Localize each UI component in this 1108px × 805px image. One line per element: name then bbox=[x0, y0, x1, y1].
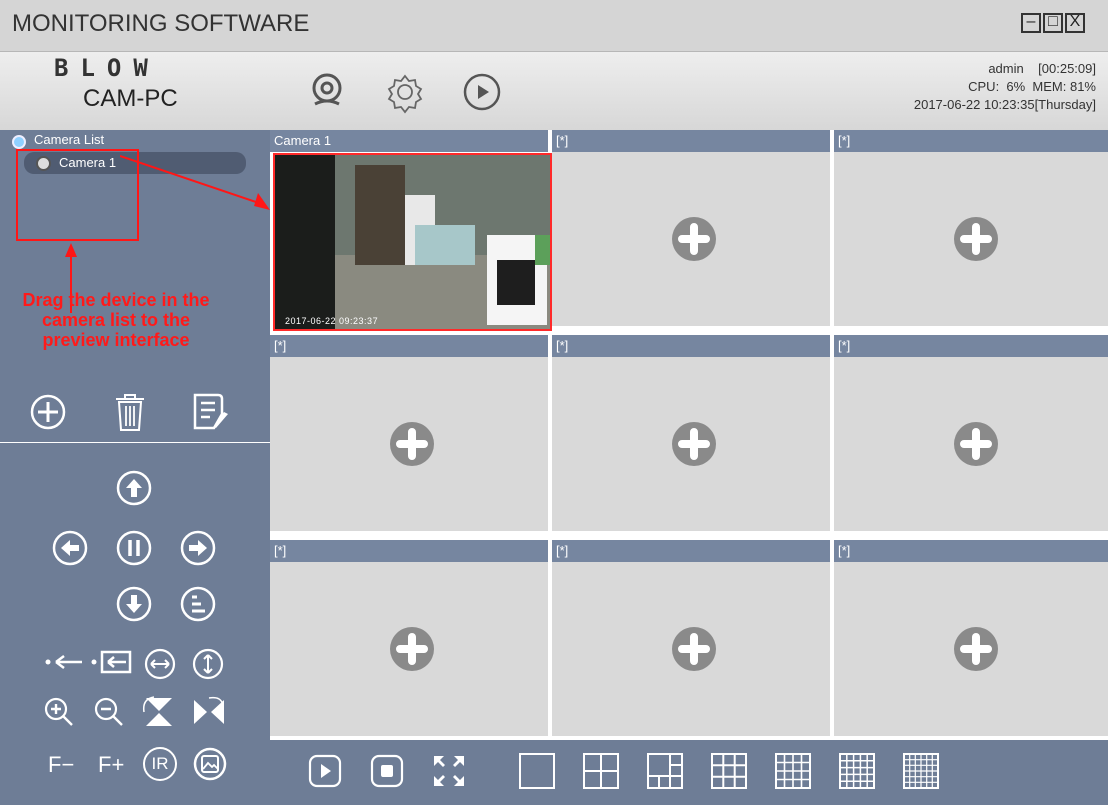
layout-4-icon[interactable] bbox=[582, 752, 620, 790]
focus-minus-button[interactable]: F− bbox=[48, 752, 74, 778]
add-camera-icon[interactable] bbox=[670, 625, 718, 673]
flip-horizontal-icon[interactable] bbox=[192, 696, 226, 728]
down-arrow-icon[interactable] bbox=[116, 586, 152, 622]
layout-9-icon[interactable] bbox=[710, 752, 748, 790]
stop-icon[interactable] bbox=[370, 754, 404, 788]
cell-title: [*] bbox=[270, 335, 548, 357]
edit-icon[interactable] bbox=[190, 392, 230, 432]
user-session: admin [00:25:09] bbox=[988, 61, 1096, 76]
cell-title: [*] bbox=[834, 130, 1108, 152]
cell-title: Camera 1 bbox=[270, 130, 548, 152]
fullscreen-icon[interactable] bbox=[432, 754, 466, 788]
empty-cell[interactable] bbox=[834, 357, 1108, 531]
resource-usage: CPU: 6% MEM: 81% bbox=[968, 79, 1096, 94]
preview-cell-6[interactable]: [*] bbox=[834, 335, 1108, 531]
layout-6-icon[interactable] bbox=[646, 752, 684, 790]
add-icon[interactable] bbox=[30, 394, 66, 430]
layout-16-icon[interactable] bbox=[774, 752, 812, 790]
brand-logo: BLOW bbox=[54, 56, 160, 80]
preset-icon[interactable] bbox=[180, 586, 216, 622]
add-camera-icon[interactable] bbox=[670, 420, 718, 468]
layout-1-icon[interactable] bbox=[518, 752, 556, 790]
add-camera-icon[interactable] bbox=[952, 215, 1000, 263]
ir-button[interactable]: IR bbox=[143, 747, 177, 781]
horizontal-scan-icon[interactable] bbox=[144, 648, 176, 680]
empty-cell[interactable] bbox=[552, 357, 830, 531]
preview-cell-8[interactable]: [*] bbox=[552, 540, 830, 736]
preview-cell-9[interactable]: [*] bbox=[834, 540, 1108, 736]
annotation-text: Drag the device in the camera list to th… bbox=[22, 290, 210, 350]
playback-icon[interactable] bbox=[460, 70, 504, 114]
empty-cell[interactable] bbox=[834, 562, 1108, 736]
zoom-out-icon[interactable] bbox=[94, 697, 124, 727]
empty-cell[interactable] bbox=[552, 562, 830, 736]
vertical-scan-icon[interactable] bbox=[192, 648, 224, 680]
main-toolbar: BLOW CAM-PC admin [00:25:09] CPU: 6% MEM… bbox=[0, 52, 1108, 130]
add-camera-icon[interactable] bbox=[388, 420, 436, 468]
preview-cell-2[interactable]: [*] bbox=[552, 130, 830, 326]
panel-divider bbox=[0, 442, 270, 443]
preview-grid: Camera 1 2017-06-22 09:23:37 [*] [*] [*]… bbox=[270, 130, 1108, 740]
brand-logo-text: BLOW bbox=[54, 56, 160, 80]
cell-title: [*] bbox=[834, 335, 1108, 357]
cell-title: [*] bbox=[552, 130, 830, 152]
zoom-in-out-icon[interactable] bbox=[44, 648, 136, 676]
annotation-arrow-icon bbox=[120, 155, 270, 210]
left-panel: Camera List Camera 1 Drag the device in … bbox=[0, 130, 270, 805]
play-icon[interactable] bbox=[308, 754, 342, 788]
empty-cell[interactable] bbox=[552, 152, 830, 326]
focus-plus-button[interactable]: F+ bbox=[98, 752, 124, 778]
add-camera-icon[interactable] bbox=[952, 625, 1000, 673]
empty-cell[interactable] bbox=[270, 562, 548, 736]
feed-timestamp: 2017-06-22 09:23:37 bbox=[285, 316, 379, 326]
camera-feed-image bbox=[275, 155, 550, 329]
cell-title: [*] bbox=[834, 540, 1108, 562]
cell-title: [*] bbox=[552, 540, 830, 562]
layout-36-icon[interactable] bbox=[902, 752, 940, 790]
status-panel: admin [00:25:09] CPU: 6% MEM: 81% 2017-0… bbox=[914, 60, 1096, 114]
add-camera-icon[interactable] bbox=[388, 625, 436, 673]
add-camera-icon[interactable] bbox=[952, 420, 1000, 468]
bottom-toolbar bbox=[270, 740, 1108, 805]
left-arrow-icon[interactable] bbox=[52, 530, 88, 566]
empty-cell[interactable] bbox=[270, 357, 548, 531]
zoom-in-icon[interactable] bbox=[44, 697, 74, 727]
camera-feed[interactable]: 2017-06-22 09:23:37 bbox=[273, 153, 552, 331]
layout-25-icon[interactable] bbox=[838, 752, 876, 790]
pause-icon[interactable] bbox=[116, 530, 152, 566]
maximize-button[interactable]: □ bbox=[1043, 13, 1063, 33]
empty-cell[interactable] bbox=[834, 152, 1108, 326]
brand-name: CAM-PC bbox=[83, 85, 178, 112]
right-arrow-icon[interactable] bbox=[180, 530, 216, 566]
date-time: 2017-06-22 10:23:35[Thursday] bbox=[913, 97, 1096, 112]
title-bar: MONITORING SOFTWARE – □ X bbox=[0, 0, 1108, 52]
preview-cell-7[interactable]: [*] bbox=[270, 540, 548, 736]
close-button[interactable]: X bbox=[1065, 13, 1085, 33]
flip-vertical-icon[interactable] bbox=[142, 696, 176, 728]
add-camera-icon[interactable] bbox=[670, 215, 718, 263]
cell-title: [*] bbox=[552, 335, 830, 357]
camera-icon[interactable] bbox=[305, 70, 349, 114]
up-arrow-icon[interactable] bbox=[116, 470, 152, 506]
preview-cell-5[interactable]: [*] bbox=[552, 335, 830, 531]
minimize-button[interactable]: – bbox=[1021, 13, 1041, 33]
app-title: MONITORING SOFTWARE bbox=[12, 10, 310, 37]
settings-gear-icon[interactable] bbox=[383, 70, 427, 114]
snapshot-icon[interactable] bbox=[193, 747, 227, 781]
preview-cell-1[interactable]: Camera 1 2017-06-22 09:23:37 bbox=[270, 130, 552, 331]
preview-cell-3[interactable]: [*] bbox=[834, 130, 1108, 326]
camera-list-label: Camera List bbox=[34, 132, 105, 147]
preview-cell-4[interactable]: [*] bbox=[270, 335, 548, 531]
delete-icon[interactable] bbox=[112, 392, 148, 432]
camera-list-icon bbox=[12, 135, 26, 149]
cell-title: [*] bbox=[270, 540, 548, 562]
